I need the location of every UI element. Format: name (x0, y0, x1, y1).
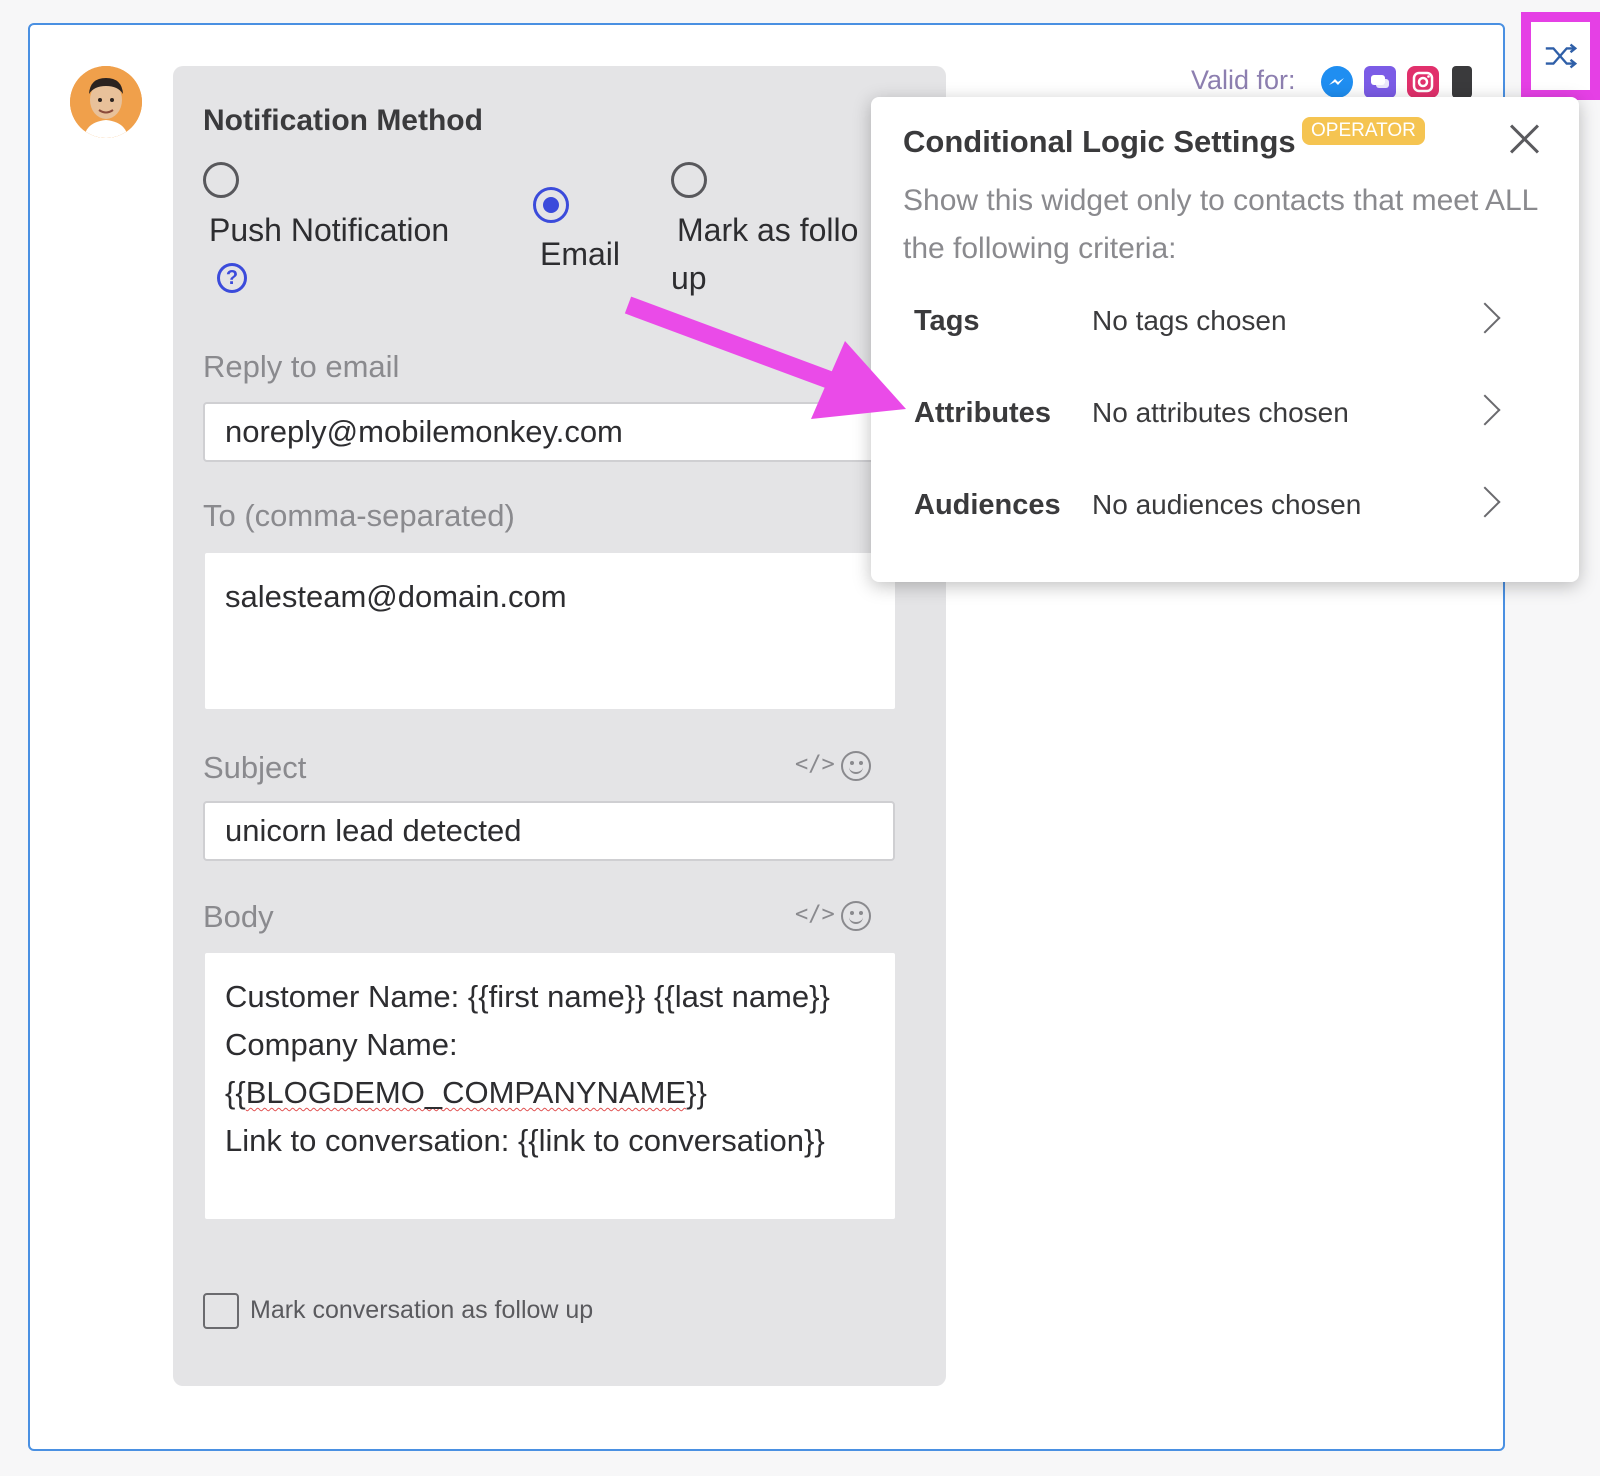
popup-title: Conditional Logic Settings (903, 124, 1296, 159)
criteria-row-tags[interactable]: Tags No tags chosen (914, 293, 1554, 353)
avatar (70, 66, 142, 138)
email-radio[interactable] (533, 187, 569, 223)
subject-label: Subject (203, 750, 307, 785)
mark-as-follow-up-label-line2: up (671, 260, 707, 296)
mark-as-follow-up-label-line1: Mark as follo (677, 212, 859, 248)
conditional-logic-popup: Conditional Logic Settings OPERATOR Show… (871, 97, 1579, 582)
chevron-right-icon (1469, 302, 1501, 334)
mark-as-follow-up-radio[interactable] (671, 162, 707, 198)
chevron-right-icon (1469, 486, 1501, 518)
reply-to-label: Reply to email (203, 349, 400, 384)
body-textarea[interactable]: Customer Name: {{first name}} {{last nam… (205, 953, 895, 1219)
body-code-icon[interactable]: </> (795, 902, 835, 927)
conditional-logic-button-highlight[interactable] (1521, 12, 1600, 100)
chat-icon (1364, 66, 1396, 98)
email-label: Email (540, 236, 621, 272)
push-notification-radio[interactable] (203, 162, 239, 198)
criteria-value: No attributes chosen (1092, 397, 1349, 428)
follow-up-checkbox-label: Mark conversation as follow up (250, 1296, 594, 1324)
subject-code-icon[interactable]: </> (795, 752, 835, 777)
criteria-value: No audiences chosen (1092, 489, 1362, 520)
body-line: Company Name: (225, 1027, 458, 1062)
body-label: Body (203, 899, 274, 934)
subject-emoji-icon[interactable] (841, 751, 871, 781)
operator-badge: OPERATOR (1302, 117, 1425, 145)
body-line: Customer Name: {{first name}} {{last nam… (225, 979, 830, 1014)
push-notification-label: Push Notification (209, 212, 450, 248)
criteria-value: No tags chosen (1092, 305, 1287, 336)
close-icon[interactable] (1509, 123, 1541, 155)
reply-to-email-input[interactable]: noreply@mobilemonkey.com (203, 402, 895, 462)
follow-up-checkbox[interactable] (203, 1293, 239, 1329)
subject-input[interactable]: unicorn lead detected (203, 801, 895, 861)
body-line: Link to conversation: {{link to conversa… (225, 1123, 825, 1158)
popup-description: Show this widget only to contacts that m… (903, 184, 1538, 265)
spellcheck-word: BLOGDEMO_COMPANYNAME (245, 1075, 687, 1110)
to-recipients-textarea[interactable]: salesteam@domain.com (205, 553, 895, 709)
body-emoji-icon[interactable] (841, 901, 871, 931)
criteria-row-attributes[interactable]: Attributes No attributes chosen (914, 385, 1554, 445)
body-line: {{BLOGDEMO_COMPANYNAME}} (225, 1075, 707, 1110)
phone-icon (1452, 66, 1472, 98)
chevron-right-icon (1469, 394, 1501, 426)
messenger-icon (1321, 66, 1353, 98)
criteria-label: Tags (914, 305, 980, 337)
notification-method-title: Notification Method (203, 104, 483, 137)
criteria-label: Attributes (914, 397, 1051, 429)
valid-for-label: Valid for: (1191, 65, 1296, 95)
to-label: To (comma-separated) (203, 498, 515, 533)
help-icon[interactable]: ? (217, 263, 247, 293)
instagram-icon (1407, 66, 1439, 98)
shuffle-icon[interactable] (1531, 22, 1590, 90)
criteria-label: Audiences (914, 489, 1061, 521)
criteria-row-audiences[interactable]: Audiences No audiences chosen (914, 477, 1554, 537)
page: Notification Method Push Notification ? … (0, 0, 1600, 1476)
